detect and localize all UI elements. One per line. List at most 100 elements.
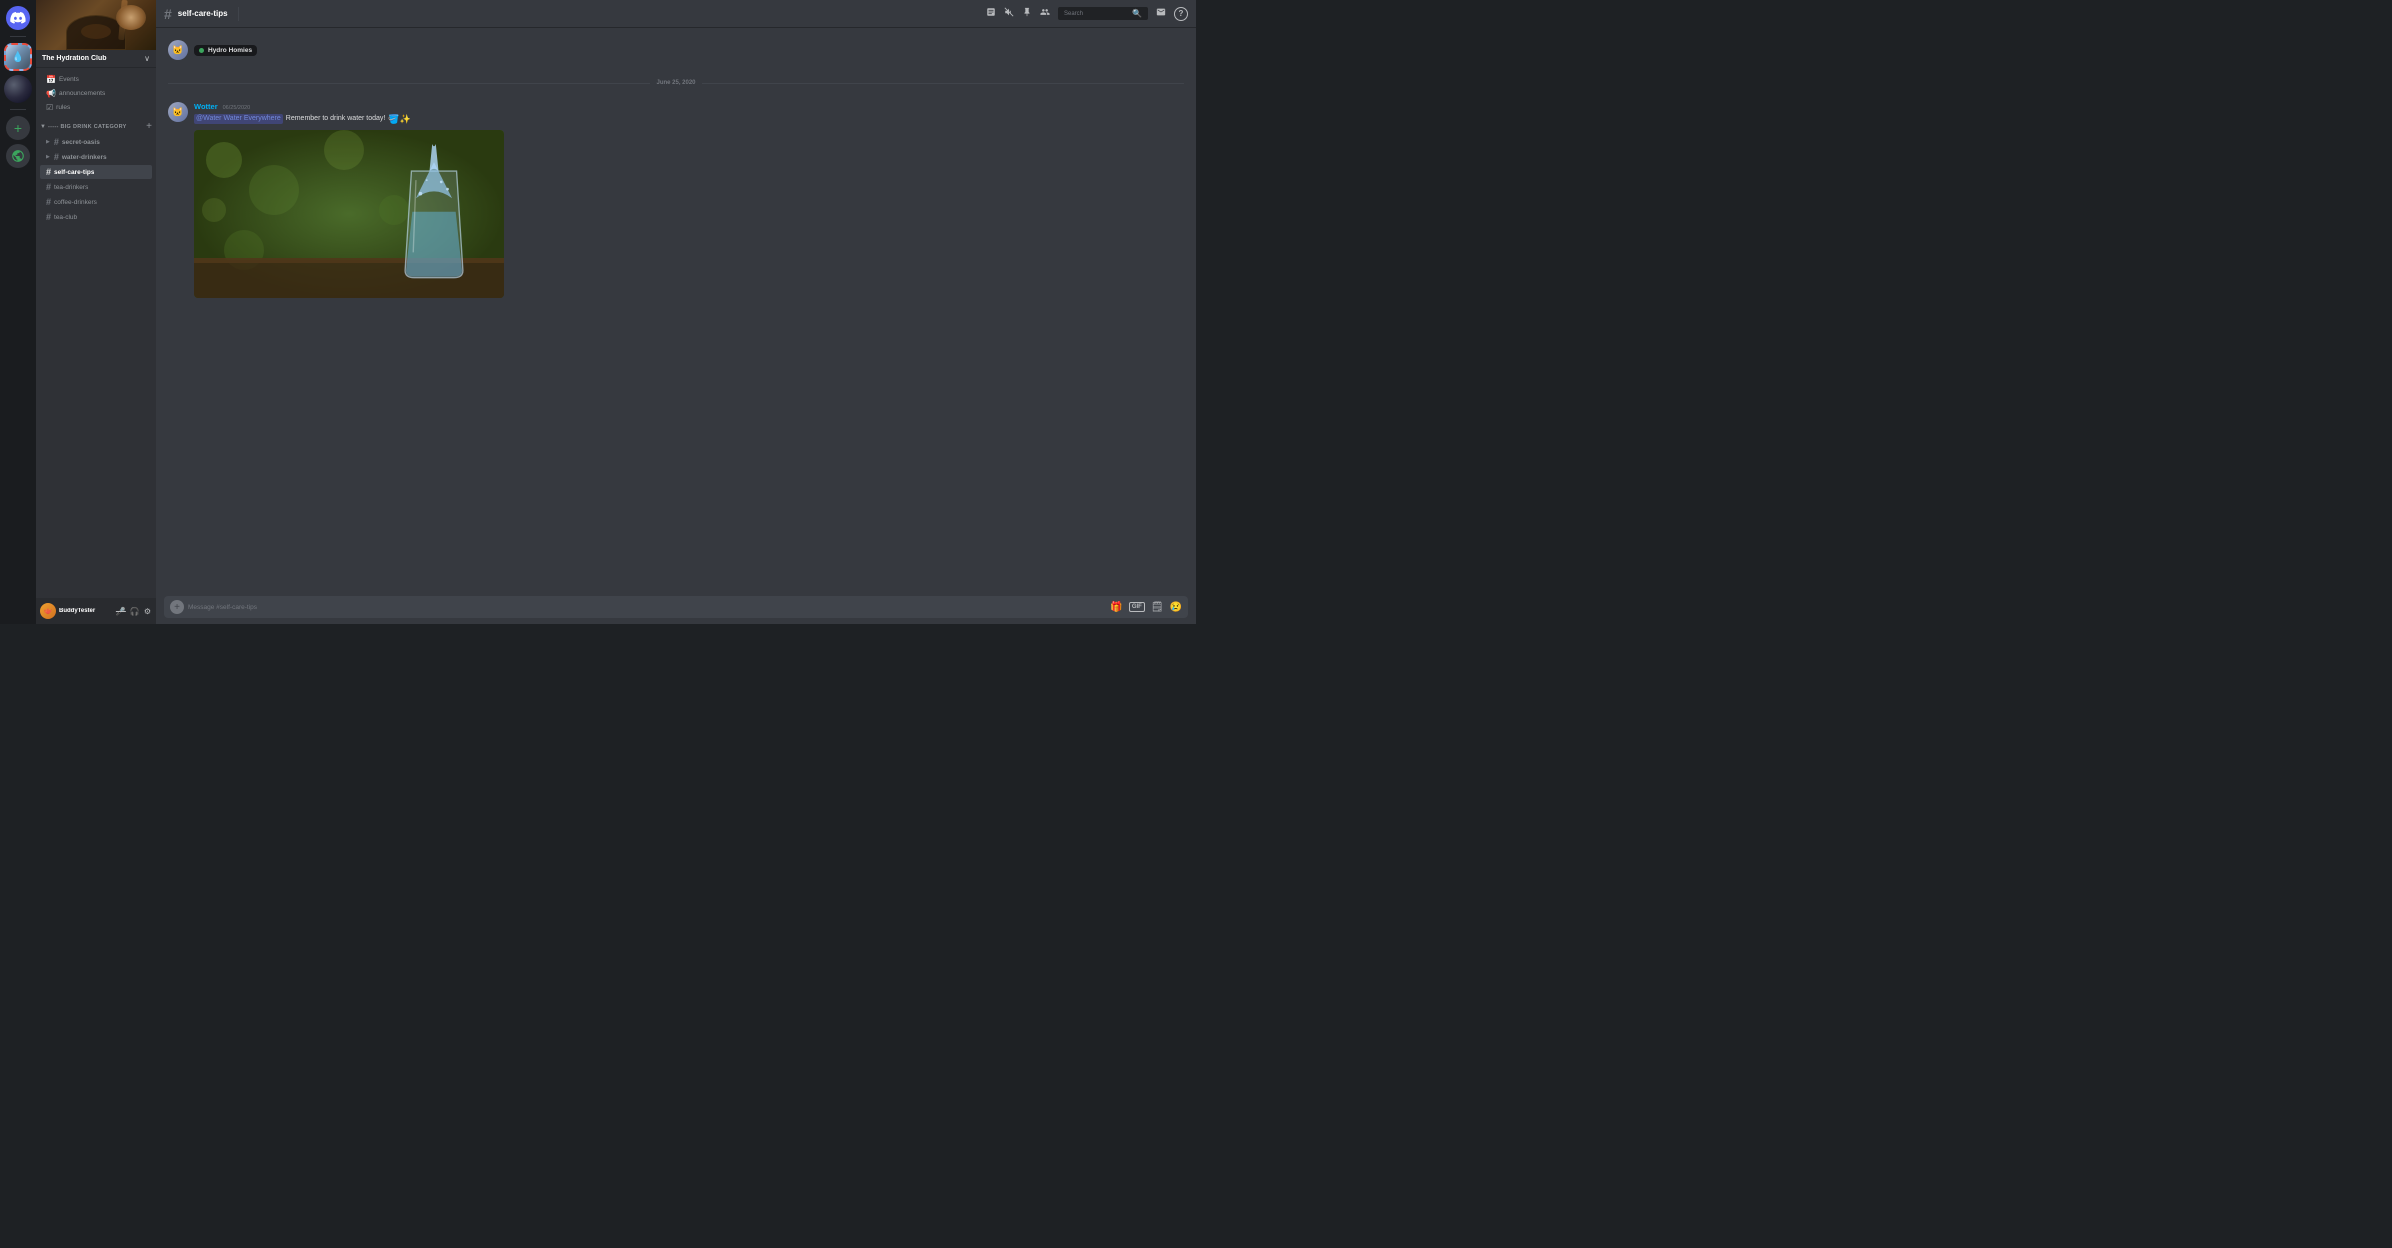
online-badge: Hydro Homies [194, 45, 257, 56]
message-body-text: Remember to drink water today! [286, 114, 386, 124]
channel-name-tea-club: tea-club [54, 214, 77, 221]
channel-item-events[interactable]: 📅 Events [40, 73, 152, 86]
channel-item-self-care[interactable]: # self-care-tips [40, 165, 152, 179]
events-icon: 📅 [46, 75, 56, 84]
channel-name-coffee-drinkers: coffee-drinkers [54, 199, 97, 206]
gif-button[interactable]: GIF [1129, 602, 1145, 612]
header-icons: Search 🔍 ? [986, 7, 1188, 21]
message-timestamp: 06/25/2020 [223, 105, 251, 111]
channel-name-announcements: announcements [59, 90, 105, 97]
channel-item-tea-drinkers[interactable]: # tea-drinkers [40, 180, 152, 194]
channel-name-tea-drinkers: tea-drinkers [54, 184, 88, 191]
sticker-button[interactable]: 🗒 [1151, 602, 1164, 613]
input-action-icons: 🎁 GIF 🗒 😢 [1110, 602, 1182, 613]
channel-item-water-drinkers[interactable]: ▶ # water-drinkers [40, 150, 152, 164]
main-content: # self-care-tips [156, 0, 1196, 624]
online-username: Hydro Homies [208, 47, 252, 54]
server-dropdown-icon: ∨ [144, 54, 150, 63]
channel-sidebar: The Hydration Club ∨ 📅 Events 📢 announce… [36, 0, 156, 624]
mute-channel-button[interactable] [1004, 7, 1014, 20]
channel-header-title: self-care-tips [178, 9, 228, 18]
message-text-body: @Water Water Everywhere Remember to drin… [194, 113, 1184, 126]
hash-icon-secret: # [54, 137, 59, 147]
online-status-dot [199, 48, 204, 53]
server-name-row[interactable]: The Hydration Club ∨ [36, 50, 156, 68]
channel-item-secret-oasis[interactable]: ▶ # secret-oasis [40, 135, 152, 149]
search-icon: 🔍 [1132, 9, 1142, 18]
channel-name-water-drinkers: water-drinkers [62, 154, 107, 161]
channel-name-self-care: self-care-tips [54, 169, 94, 176]
rules-icon: ☑ [46, 103, 53, 112]
hash-icon-self-care: # [46, 167, 51, 177]
hash-icon-coffee: # [46, 197, 51, 207]
message-author-name: Wotter [194, 102, 218, 111]
message-row: 🐱 Wotter 06/25/2020 @Water Water Everywh… [168, 102, 1184, 298]
user-panel: 🫖 BuddyTester 🎤 🎧 ⚙ [36, 598, 156, 624]
messages-area[interactable]: 🐱 Hydro Homies June 25, 2020 🐱 Wotter 06… [156, 28, 1196, 590]
water-glass-illustration [384, 144, 484, 284]
channel-item-coffee-drinkers[interactable]: # coffee-drinkers [40, 195, 152, 209]
server-icon-hydration-club[interactable]: 💧 [4, 43, 32, 71]
channel-name-events: Events [59, 76, 79, 83]
date-text: June 25, 2020 [656, 80, 695, 86]
pin-button[interactable] [1022, 7, 1032, 20]
date-line-right [702, 83, 1184, 84]
hash-icon-tea: # [46, 182, 51, 192]
category-collapse-icon: ▼ [40, 124, 46, 130]
search-box[interactable]: Search 🔍 [1058, 7, 1148, 20]
message-emoji: 🪣✨ [388, 113, 410, 126]
message-image [194, 130, 504, 298]
chat-input-box: + Message #self-care-tips 🎁 GIF 🗒 😢 [164, 596, 1188, 618]
channel-item-announcements[interactable]: 📢 announcements [40, 87, 152, 100]
channel-item-rules[interactable]: ☑ rules [40, 101, 152, 114]
announcements-icon: 📢 [46, 89, 56, 98]
server-banner [36, 0, 156, 50]
discord-home-button[interactable] [6, 6, 30, 30]
channel-list: 📅 Events 📢 announcements ☑ rules ▼ -----… [36, 68, 156, 598]
message-author-avatar: 🐱 [168, 102, 188, 122]
username-display: BuddyTester [59, 608, 112, 614]
message-header: Wotter 06/25/2020 [194, 102, 1184, 111]
chat-header: # self-care-tips [156, 0, 1196, 28]
server-separator-2 [10, 109, 26, 110]
hash-icon-water: # [54, 152, 59, 162]
gift-button[interactable]: 🎁 [1110, 602, 1122, 613]
thread-indicator-icon-2: ▶ [46, 154, 50, 160]
help-button[interactable]: ? [1174, 7, 1188, 21]
user-avatar: 🫖 [40, 603, 56, 619]
pinned-avatar: 🐱 [168, 40, 188, 60]
message-content: Wotter 06/25/2020 @Water Water Everywher… [194, 102, 1184, 298]
header-separator [238, 7, 239, 21]
channel-name-rules: rules [56, 104, 70, 111]
threads-button[interactable] [986, 7, 996, 20]
channel-item-tea-club[interactable]: # tea-club [40, 210, 152, 224]
category-big-drink[interactable]: ▼ ----- BIG DRINK CATEGORY + [36, 115, 156, 134]
message-input[interactable]: Message #self-care-tips [188, 604, 1106, 611]
category-add-channel-button[interactable]: + [146, 121, 152, 132]
pinned-user-bar: 🐱 Hydro Homies [168, 36, 1184, 64]
category-name: ----- BIG DRINK CATEGORY [48, 124, 144, 130]
server-separator [10, 36, 26, 37]
settings-button[interactable]: ⚙ [143, 606, 152, 617]
channel-name-secret-oasis: secret-oasis [62, 139, 100, 146]
search-placeholder-text: Search [1064, 11, 1128, 17]
mention-tag[interactable]: @Water Water Everywhere [194, 114, 283, 124]
date-divider: June 25, 2020 [168, 80, 1184, 86]
server-name: The Hydration Club [42, 55, 144, 62]
server-sidebar: 💧 + [0, 0, 36, 624]
mute-button[interactable]: 🎤 [115, 606, 127, 617]
inbox-button[interactable] [1156, 7, 1166, 20]
emoji-button[interactable]: 😢 [1170, 602, 1182, 613]
add-server-button[interactable]: + [6, 116, 30, 140]
members-button[interactable] [1040, 7, 1050, 20]
discover-servers-button[interactable] [6, 144, 30, 168]
user-controls: 🎤 🎧 ⚙ [115, 606, 152, 617]
chat-input-area: + Message #self-care-tips 🎁 GIF 🗒 😢 [156, 590, 1196, 624]
server-icon-dark[interactable] [4, 75, 32, 103]
date-line-left [168, 83, 650, 84]
thread-indicator-icon: ▶ [46, 139, 50, 145]
deafen-button[interactable]: 🎧 [129, 606, 141, 617]
hash-icon-tea-club: # [46, 212, 51, 222]
attach-file-button[interactable]: + [170, 600, 184, 614]
channel-header-hash: # [164, 6, 172, 22]
